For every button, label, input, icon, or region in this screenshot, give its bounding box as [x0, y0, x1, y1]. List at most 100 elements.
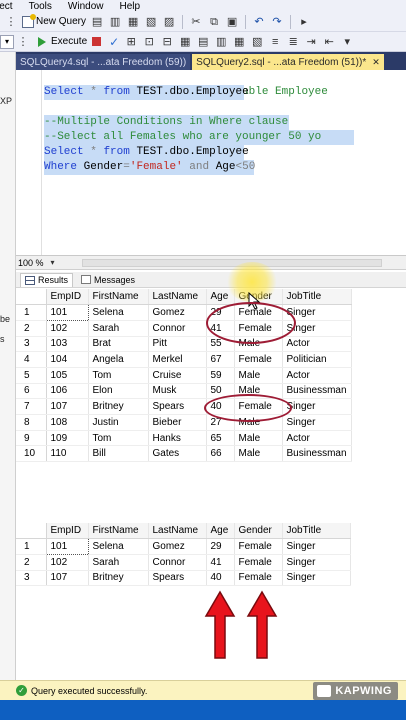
table-row[interactable]: 10 110 Bill Gates 66 Male Businessman: [16, 445, 352, 463]
table-cell[interactable]: Selena: [88, 538, 149, 555]
estimated-plan-icon[interactable]: ⊞: [125, 36, 137, 48]
table-cell[interactable]: Singer: [282, 398, 352, 415]
tab-messages[interactable]: Messages: [77, 273, 139, 287]
table-cell[interactable]: Male: [234, 445, 283, 463]
table-cell[interactable]: Brat: [88, 336, 149, 353]
column-header[interactable]: EmpID: [46, 289, 89, 306]
copy-icon[interactable]: ⧉: [208, 16, 220, 28]
table-cell[interactable]: Angela: [88, 351, 149, 368]
menu-project[interactable]: ject: [0, 1, 13, 12]
table-cell[interactable]: 102: [46, 320, 89, 337]
result-grid-2[interactable]: EmpID FirstName LastName Age Gender JobT…: [16, 523, 406, 587]
client-stats-icon[interactable]: ▤: [197, 36, 209, 48]
table-cell[interactable]: Singer: [282, 570, 351, 587]
table-cell[interactable]: 41: [206, 554, 235, 571]
indent-icon[interactable]: ⇥: [305, 36, 317, 48]
undo-icon[interactable]: ↶: [253, 16, 265, 28]
table-cell[interactable]: Tom: [88, 430, 149, 447]
table-cell[interactable]: Singer: [282, 538, 351, 555]
table-cell[interactable]: 107: [46, 570, 89, 587]
table-cell[interactable]: 101: [45, 304, 89, 321]
table-cell[interactable]: Spears: [148, 570, 207, 587]
table-cell[interactable]: Gates: [148, 445, 207, 463]
table-cell[interactable]: Male: [234, 430, 283, 447]
table-cell[interactable]: Female: [234, 554, 283, 571]
column-header[interactable]: JobTitle: [282, 289, 352, 306]
new-query-button[interactable]: New Query: [20, 13, 88, 31]
table-cell[interactable]: 108: [46, 414, 89, 431]
column-header[interactable]: LastName: [148, 289, 207, 306]
table-cell[interactable]: Musk: [148, 383, 207, 400]
navigate-icon[interactable]: ▸: [298, 16, 310, 28]
table-cell[interactable]: Selena: [88, 304, 149, 321]
column-header[interactable]: FirstName: [88, 289, 149, 306]
specify-values-icon[interactable]: ▾: [341, 36, 353, 48]
results-to-text-icon[interactable]: ▥: [215, 36, 227, 48]
table-cell[interactable]: Male: [234, 414, 283, 431]
table-row[interactable]: 9 109 Tom Hanks 65 Male Actor: [16, 430, 352, 447]
menu-help[interactable]: Help: [120, 1, 141, 12]
uncomment-icon[interactable]: ≣: [287, 36, 299, 48]
zoom-dropdown-icon[interactable]: ▾: [47, 257, 59, 269]
table-row[interactable]: 1 101 Selena Gomez 29 Female Singer: [16, 304, 352, 321]
menu-window[interactable]: Window: [68, 1, 104, 12]
table-cell[interactable]: Female: [234, 304, 283, 321]
cut-icon[interactable]: ✂: [190, 16, 202, 28]
table-cell[interactable]: Actor: [282, 367, 352, 384]
table-cell[interactable]: Spears: [148, 398, 207, 415]
table-cell[interactable]: Male: [234, 383, 283, 400]
intellisense-icon[interactable]: ⊟: [161, 36, 173, 48]
table-row[interactable]: 4 104 Angela Merkel 67 Female Politician: [16, 351, 352, 368]
table-cell[interactable]: 110: [46, 445, 89, 463]
table-row[interactable]: 7 107 Britney Spears 40 Female Singer: [16, 398, 352, 415]
table-cell[interactable]: 29: [206, 304, 235, 321]
table-cell[interactable]: Justin: [88, 414, 149, 431]
table-cell[interactable]: 41: [206, 320, 235, 337]
table-cell[interactable]: 109: [46, 430, 89, 447]
table-cell[interactable]: Actor: [282, 336, 352, 353]
table-cell[interactable]: Female: [234, 320, 283, 337]
parse-check-icon[interactable]: ✓: [109, 35, 119, 49]
table-cell[interactable]: Sarah: [88, 554, 149, 571]
table-cell[interactable]: Female: [234, 398, 283, 415]
outdent-icon[interactable]: ⇤: [323, 36, 335, 48]
results-to-grid-icon[interactable]: ▦: [233, 36, 245, 48]
table-cell[interactable]: Hanks: [148, 430, 207, 447]
table-cell[interactable]: 106: [46, 383, 89, 400]
table-cell[interactable]: Female: [234, 538, 283, 555]
table-cell[interactable]: Elon: [88, 383, 149, 400]
table-cell[interactable]: Politician: [282, 351, 352, 368]
table-cell[interactable]: 103: [46, 336, 89, 353]
table-cell[interactable]: 40: [206, 570, 235, 587]
tab-sqlquery2[interactable]: SQLQuery2.sql - ...ata Freedom (51))* ✕: [192, 54, 384, 70]
table-cell[interactable]: 40: [206, 398, 235, 415]
table-cell[interactable]: 105: [46, 367, 89, 384]
table-row[interactable]: 3 103 Brat Pitt 55 Male Actor: [16, 336, 352, 353]
stop-icon[interactable]: [92, 37, 102, 46]
table-row[interactable]: 6 106 Elon Musk 50 Male Businessman: [16, 383, 352, 400]
query-editor[interactable]: --DISPLAY all Columns of table Employee …: [16, 70, 406, 256]
table-cell[interactable]: 29: [206, 538, 235, 555]
column-header[interactable]: Age: [206, 523, 235, 540]
tab-sqlquery4[interactable]: SQLQuery4.sql - ...ata Freedom (59)): [16, 54, 191, 70]
table-cell[interactable]: Britney: [88, 398, 149, 415]
column-header[interactable]: Gender: [234, 523, 283, 540]
table-row[interactable]: 2 102 Sarah Connor 41 Female Singer: [16, 320, 352, 337]
menu-tools[interactable]: Tools: [29, 1, 52, 12]
close-tab-icon[interactable]: ✕: [372, 57, 380, 68]
table-cell[interactable]: 102: [46, 554, 89, 571]
table-cell[interactable]: Tom: [88, 367, 149, 384]
table-cell[interactable]: 67: [206, 351, 235, 368]
column-header[interactable]: LastName: [148, 523, 207, 540]
table-cell[interactable]: Connor: [148, 320, 207, 337]
xmla-query-icon[interactable]: ▨: [163, 16, 175, 28]
query-designer-icon[interactable]: ⊡: [143, 36, 155, 48]
execute-button[interactable]: Execute: [38, 36, 87, 47]
table-cell[interactable]: Singer: [282, 320, 352, 337]
dmx-query-icon[interactable]: ▧: [145, 16, 157, 28]
table-cell[interactable]: Actor: [282, 430, 352, 447]
column-header[interactable]: JobTitle: [282, 523, 351, 540]
zoom-level[interactable]: 100 %: [18, 258, 44, 268]
mdx-query-icon[interactable]: ▦: [127, 16, 139, 28]
table-cell[interactable]: 65: [206, 430, 235, 447]
